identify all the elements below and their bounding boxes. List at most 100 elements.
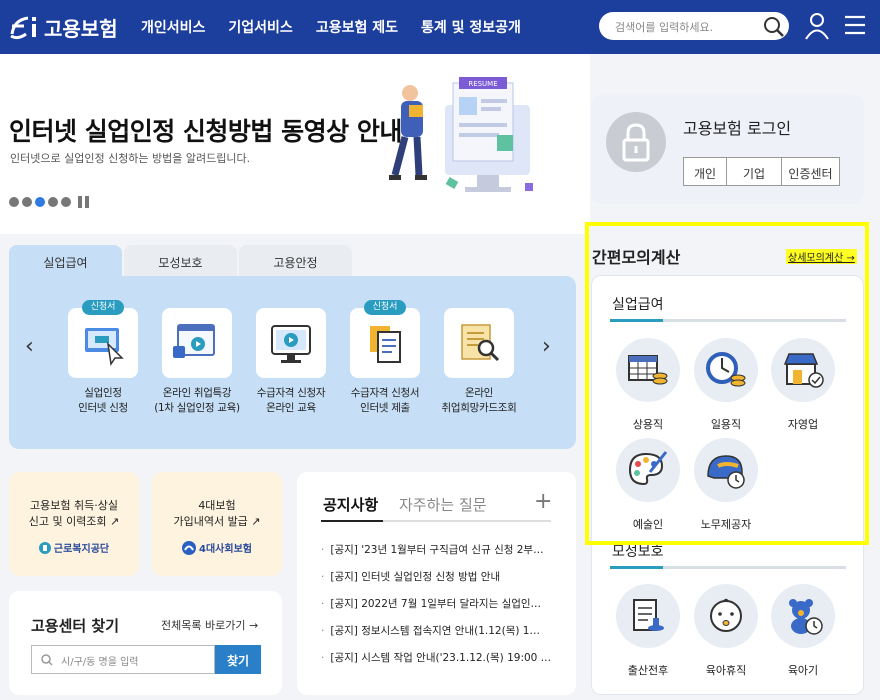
notice-card: 공지사항 자주하는 질문 + [공지] '23년 1월부터 구직급여 신규 신청…: [297, 472, 576, 695]
tab-employment-stability[interactable]: 고용안정: [239, 245, 352, 276]
login-business-button[interactable]: 기업: [727, 158, 782, 185]
helmet-clock-icon: [707, 455, 745, 489]
top-header: 고용보험 개인서비스 기업서비스 고용보험 제도 통계 및 정보공개 검색어를 …: [0, 0, 880, 54]
service-item[interactable]: 수급자격 신청자 온라인 교육: [243, 308, 339, 416]
slide-dot[interactable]: [61, 197, 71, 207]
service-label: 수급자격 신청자: [256, 387, 326, 399]
center-search-placeholder: 시/구/동 명을 입력: [61, 657, 139, 668]
online-lecture-icon: [173, 324, 215, 358]
org-logo-4insure: 4대사회보험: [152, 540, 282, 555]
application-badge: 신청서: [364, 300, 406, 315]
calc-panel: 실업급여 상용직 일용직 자영업 예술인 노무제공자 모성보호 출산전후 육아휴…: [591, 275, 864, 695]
service-item[interactable]: 신청서 수급자격 신청서 인터넷 제출: [337, 300, 433, 416]
login-buttons: 개인 기업 인증센터: [683, 157, 840, 186]
center-find-title: 고용센터 찾기: [31, 617, 120, 635]
calc-item-childbirth[interactable]: 출산전후: [615, 584, 681, 678]
comwel-logo-icon: [38, 541, 51, 554]
quick-link-text: 고용보험 취득·상실: [30, 499, 118, 512]
slide-dot[interactable]: [22, 197, 32, 207]
pause-icon[interactable]: [78, 196, 92, 208]
calc-item-labor-provider[interactable]: 노무제공자: [693, 438, 759, 532]
calc-item-childcare-period[interactable]: 육아기: [770, 584, 836, 678]
center-find-card: 고용센터 찾기 전체목록 바로가기 → 시/구/동 명을 입력 찾기: [9, 591, 282, 695]
search-icon: [41, 654, 53, 666]
nav-business[interactable]: 기업서비스: [228, 17, 292, 37]
calc-item-label: 일용직: [710, 418, 742, 431]
calc-item-selfemployed[interactable]: 자영업: [770, 338, 836, 432]
search-input[interactable]: 검색어를 입력하세요.: [599, 12, 789, 40]
notice-item[interactable]: [공지] 시스템 작업 안내('23.1.12.(목) 19:00 …: [321, 650, 553, 677]
calc-item-label: 육아휴직: [705, 664, 747, 677]
notice-item[interactable]: [공지] 2022년 7월 1일부터 달라지는 실업인…: [321, 596, 553, 623]
prev-arrow-icon[interactable]: ‹: [25, 334, 34, 359]
service-tabs: 실업급여 모성보호 고용안정: [9, 245, 354, 276]
calc-item-label: 노무제공자: [700, 518, 752, 531]
service-item[interactable]: 신청서 실업인정 인터넷 신청: [55, 300, 151, 416]
site-logo[interactable]: 고용보험: [8, 12, 118, 42]
hamburger-menu-icon[interactable]: [844, 15, 866, 35]
service-label: 수급자격 신청서: [350, 387, 420, 399]
resume-label: RESUME: [468, 80, 497, 88]
center-search-input[interactable]: 시/구/동 명을 입력: [31, 645, 215, 674]
slide-dot[interactable]: [9, 197, 19, 207]
notice-divider: [321, 520, 551, 522]
calc-title: 간편모의계산: [592, 248, 681, 267]
service-label: 취업희망카드조회: [441, 402, 517, 414]
user-icon[interactable]: [805, 12, 829, 40]
notice-list: [공지] '23년 1월부터 구직급여 신규 신청 2부… [공지] 인터넷 실…: [321, 542, 553, 677]
quick-link-card-four-insurance[interactable]: 4대보험 가입내역서 발급 ↗ 4대사회보험: [152, 472, 282, 576]
plus-icon[interactable]: +: [534, 489, 552, 514]
quick-link-text: 가입내역서 발급 ↗: [173, 515, 261, 528]
login-box: 고용보험 로그인 개인 기업 인증센터: [591, 94, 864, 204]
card-search-icon: [461, 324, 500, 362]
tab-maternity[interactable]: 모성보호: [124, 245, 237, 276]
login-cert-button[interactable]: 인증센터: [782, 158, 839, 185]
store-icon: [783, 353, 824, 388]
tab-faq[interactable]: 자주하는 질문: [399, 494, 487, 515]
service-label: 온라인 교육: [266, 402, 316, 414]
quick-link-text: 신고 및 이력조회 ↗: [28, 515, 120, 528]
calc-item-label: 예술인: [632, 518, 664, 531]
search-icon[interactable]: [763, 16, 785, 38]
service-label: 실업인정: [84, 387, 122, 399]
tab-unemployment[interactable]: 실업급여: [9, 245, 122, 276]
login-title: 고용보험 로그인: [683, 119, 792, 138]
baby-face-icon: [710, 598, 742, 632]
tab-notice[interactable]: 공지사항: [323, 494, 378, 515]
service-item[interactable]: 온라인 취업희망카드조회: [431, 308, 527, 416]
calc-item-artist[interactable]: 예술인: [615, 438, 681, 532]
banner-title[interactable]: 인터넷 실업인정 신청방법 동영상 안내: [9, 112, 402, 148]
org-name: 4대사회보험: [199, 544, 252, 555]
calc-item-label: 상용직: [632, 418, 664, 431]
calc-item-label: 육아기: [787, 664, 819, 677]
calendar-coins-icon: [628, 355, 668, 385]
main-nav: 개인서비스 기업서비스 고용보험 제도 통계 및 정보공개: [141, 0, 544, 54]
quick-link-card-insurance[interactable]: 고용보험 취득·상실 신고 및 이력조회 ↗ 근로복지공단: [9, 472, 139, 576]
teddy-bear-clock-icon: [789, 599, 823, 635]
logo-mark-icon: [10, 16, 36, 40]
nav-system[interactable]: 고용보험 제도: [316, 17, 398, 37]
calc-item-daily[interactable]: 일용직: [693, 338, 759, 432]
lock-icon-wrap: [606, 112, 666, 172]
nav-stats[interactable]: 통계 및 정보공개: [421, 17, 521, 37]
notice-item[interactable]: [공지] 정보시스템 접속지연 안내(1.12(목) 1…: [321, 623, 553, 650]
notice-item[interactable]: [공지] '23년 1월부터 구직급여 신규 신청 2부…: [321, 542, 553, 569]
slide-dot[interactable]: [48, 197, 58, 207]
next-arrow-icon[interactable]: ›: [542, 334, 551, 359]
detailed-calc-link[interactable]: 상세모의계산 →: [786, 249, 857, 264]
slide-dot-active[interactable]: [35, 197, 45, 207]
notice-item[interactable]: [공지] 인터넷 실업인정 신청 방법 안내: [321, 569, 553, 596]
nav-personal[interactable]: 개인서비스: [141, 17, 205, 37]
slide-indicator: [9, 196, 92, 208]
document-stamp-icon: [633, 599, 664, 631]
calc-item-parental-leave[interactable]: 육아휴직: [693, 584, 759, 678]
video-monitor-icon: [271, 325, 311, 363]
login-personal-button[interactable]: 개인: [684, 158, 727, 185]
monitor-click-icon: [85, 328, 124, 367]
quick-link-text: 4대보험: [198, 499, 236, 512]
calc-item-regular[interactable]: 상용직: [615, 338, 681, 432]
center-list-link[interactable]: 전체목록 바로가기 →: [161, 617, 258, 633]
center-search-button[interactable]: 찾기: [215, 645, 261, 674]
service-item[interactable]: 온라인 취업특강 (1차 실업인정 교육): [149, 308, 245, 416]
service-label: 온라인 취업특강: [162, 387, 232, 399]
